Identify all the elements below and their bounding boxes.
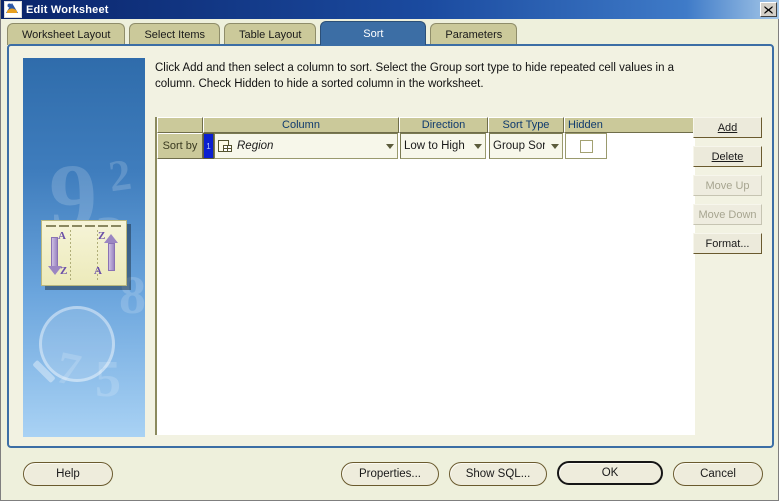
up-arrow-head-icon xyxy=(104,234,118,243)
edit-worksheet-dialog: Edit Worksheet Worksheet Layout Select I… xyxy=(0,0,779,501)
magnifier-icon xyxy=(39,306,115,382)
tab-table-layout[interactable]: Table Layout xyxy=(224,23,317,45)
show-sql-button[interactable]: Show SQL... xyxy=(449,462,547,486)
tab-select-items[interactable]: Select Items xyxy=(129,23,220,45)
decorative-digit-2: 2 xyxy=(105,149,135,202)
chevron-down-icon xyxy=(551,143,559,149)
properties-button[interactable]: Properties... xyxy=(341,462,439,486)
worksheet-icon xyxy=(4,1,22,18)
grid-header-row: Column Direction Sort Type Hidden xyxy=(157,117,695,133)
grid-action-buttons: Add Delete Move Up Move Down Format... xyxy=(693,117,762,254)
titlebar: Edit Worksheet xyxy=(1,0,779,19)
delete-button[interactable]: Delete xyxy=(693,146,762,167)
table-column-icon xyxy=(218,139,233,153)
column-select[interactable]: Region xyxy=(214,133,398,159)
move-up-button-label: Move Up xyxy=(705,179,750,192)
sort-grid-area: Column Direction Sort Type Hidden Sort b… xyxy=(155,117,695,435)
card-label-a-top: A xyxy=(58,230,66,242)
grid-header-direction[interactable]: Direction xyxy=(399,117,488,133)
cancel-button[interactable]: Cancel xyxy=(673,462,763,486)
sort-type-select[interactable]: Group Sort xyxy=(489,133,563,159)
cancel-button-label: Cancel xyxy=(700,468,736,480)
grid-header-sort-type[interactable]: Sort Type xyxy=(488,117,564,133)
tab-worksheet-layout[interactable]: Worksheet Layout xyxy=(7,23,126,45)
move-down-button-label: Move Down xyxy=(698,208,757,221)
dialog-footer: Help Properties... Show SQL... OK Cancel xyxy=(1,452,779,501)
tab-bar: Worksheet Layout Select Items Table Layo… xyxy=(7,21,774,45)
sort-card-graphic: A Z Z A xyxy=(41,220,127,286)
chevron-down-icon xyxy=(386,143,394,149)
help-button[interactable]: Help xyxy=(23,462,113,486)
sort-by-label[interactable]: Sort by xyxy=(157,133,203,159)
tab-sort[interactable]: Sort xyxy=(320,21,427,45)
show-sql-button-label: Show SQL... xyxy=(465,468,531,480)
ok-button-label: OK xyxy=(601,467,619,479)
sort-type-value: Group Sort xyxy=(493,140,545,152)
direction-value: Low to High xyxy=(404,140,465,152)
help-button-label: Help xyxy=(56,468,80,480)
card-label-a-bottom: A xyxy=(94,265,102,277)
sort-panel: 9 2 3 8 5 7 A Z Z A xyxy=(7,44,774,448)
instruction-text: Click Add and then select a column to so… xyxy=(155,62,675,90)
add-button[interactable]: Add xyxy=(693,117,762,138)
properties-button-label: Properties... xyxy=(359,468,421,480)
tab-parameters[interactable]: Parameters xyxy=(430,23,518,45)
sort-illustration: 9 2 3 8 5 7 A Z Z A xyxy=(23,58,145,437)
ok-button[interactable]: OK xyxy=(557,461,663,485)
direction-select[interactable]: Low to High xyxy=(400,133,486,159)
down-arrow-shaft-icon xyxy=(51,237,58,267)
table-row: Sort by 1 Region Low to High Group Sort xyxy=(157,133,607,159)
grid-header-blank[interactable] xyxy=(157,117,203,133)
add-button-label: Add xyxy=(717,121,738,134)
up-arrow-shaft-icon xyxy=(107,243,115,271)
move-up-button[interactable]: Move Up xyxy=(693,175,762,196)
tab-label: Select Items xyxy=(144,28,205,41)
close-icon[interactable] xyxy=(760,2,777,17)
grid-header-hidden[interactable]: Hidden xyxy=(564,117,695,133)
window-title: Edit Worksheet xyxy=(26,3,109,16)
format-button-label: Format... xyxy=(705,237,750,250)
row-selector-marker[interactable]: 1 xyxy=(203,133,214,159)
grid-header-column[interactable]: Column xyxy=(203,117,399,133)
tab-label: Worksheet Layout xyxy=(22,28,111,41)
hidden-cell[interactable] xyxy=(565,133,607,159)
delete-button-label: Delete xyxy=(711,150,744,163)
tab-label: Sort xyxy=(363,27,384,40)
tab-label: Parameters xyxy=(445,28,503,41)
column-value: Region xyxy=(237,140,274,152)
card-label-z-bottom: Z xyxy=(60,265,68,277)
format-button[interactable]: Format... xyxy=(693,233,762,254)
tab-label: Table Layout xyxy=(239,28,302,41)
chevron-down-icon xyxy=(474,143,482,149)
card-ruler xyxy=(46,225,124,227)
move-down-button[interactable]: Move Down xyxy=(693,204,762,225)
card-divider xyxy=(70,230,71,282)
hidden-checkbox[interactable] xyxy=(579,139,593,153)
